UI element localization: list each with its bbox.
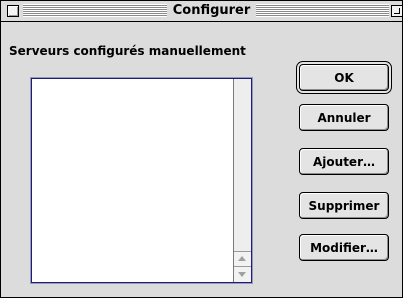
add-button[interactable]: Ajouter… [299,148,389,175]
configurer-window: Configurer Serveurs configurés manuellem… [0,0,403,298]
title-bar-stripes-right [256,4,389,17]
title-bar[interactable]: Configurer [1,1,403,22]
edit-button[interactable]: Modifier… [299,234,389,261]
arrow-down-icon [238,272,246,277]
scroll-up-button[interactable] [234,251,251,267]
title-bar-stripes-left [23,4,167,17]
zoom-box[interactable] [391,5,403,17]
servers-list-area[interactable] [32,79,233,282]
dialog-content: Serveurs configurés manuellement OK Annu… [1,22,402,297]
window-title: Configurer [167,3,256,19]
servers-list[interactable] [31,78,252,283]
scroll-down-button[interactable] [234,266,251,282]
delete-button[interactable]: Supprimer [299,192,389,219]
close-box[interactable] [7,5,19,17]
ok-button[interactable]: OK [299,64,389,91]
servers-list-scrollbar[interactable] [233,79,251,282]
manual-servers-label: Serveurs configurés manuellement [9,44,246,58]
cancel-button[interactable]: Annuler [299,104,389,131]
arrow-up-icon [238,256,246,261]
